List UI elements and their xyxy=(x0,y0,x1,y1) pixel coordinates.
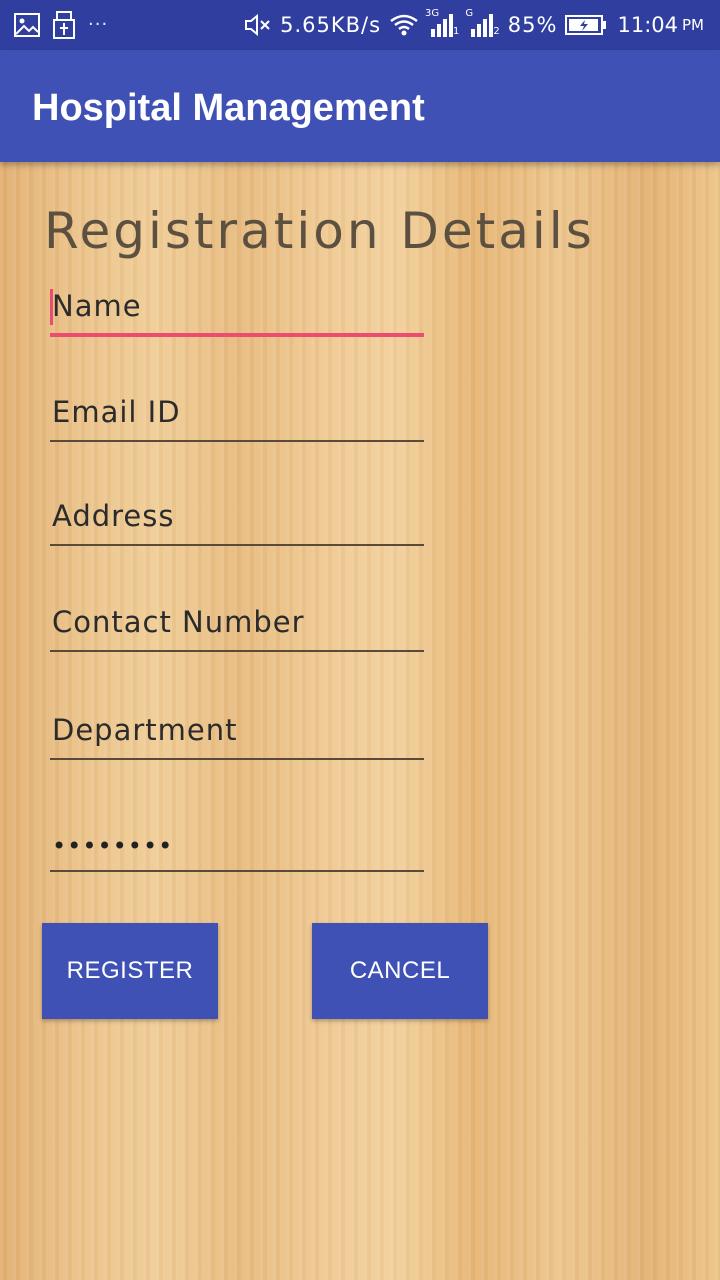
password-field-wrapper: •••••••• xyxy=(50,818,424,872)
status-left-icons: ··· xyxy=(14,10,108,40)
mute-icon xyxy=(244,14,272,36)
status-right-icons: 5.65KB/s 3G 1 G 2 85% 11:04 PM xyxy=(236,9,704,40)
address-field-wrapper xyxy=(50,492,424,546)
sim1-network-type: 3G xyxy=(425,8,440,19)
text-cursor xyxy=(50,289,53,325)
clock: 11:04 PM xyxy=(617,13,704,37)
registration-screen: ··· 5.65KB/s 3G 1 G 2 85% 11:04 PM Hospi… xyxy=(0,0,720,1280)
signal-sim2-icon: G 2 xyxy=(465,9,500,37)
address-input[interactable] xyxy=(50,494,424,546)
sim1-slot: 1 xyxy=(453,26,460,37)
wifi-icon xyxy=(389,13,419,37)
email-input[interactable] xyxy=(50,390,424,442)
sim2-slot: 2 xyxy=(493,26,500,37)
battery-icon xyxy=(565,15,607,35)
usb-icon xyxy=(52,11,76,39)
cancel-button[interactable]: CANCEL xyxy=(312,923,488,1019)
signal-sim1-icon: 3G 1 xyxy=(425,9,460,37)
department-field-wrapper xyxy=(50,706,424,760)
network-speed: 5.65KB/s xyxy=(280,13,382,37)
password-input[interactable] xyxy=(50,820,424,872)
clock-ampm: PM xyxy=(682,16,704,34)
contact-field-wrapper xyxy=(50,598,424,652)
name-input[interactable] xyxy=(50,285,424,337)
status-bar: ··· 5.65KB/s 3G 1 G 2 85% 11:04 PM xyxy=(0,0,720,50)
email-field-wrapper xyxy=(50,388,424,442)
image-icon xyxy=(14,13,40,37)
more-notifications: ··· xyxy=(88,14,109,35)
sim2-network-type: G xyxy=(465,8,474,19)
department-input[interactable] xyxy=(50,708,424,760)
app-bar: Hospital Management xyxy=(0,50,720,162)
app-title: Hospital Management xyxy=(32,87,425,129)
contact-number-input[interactable] xyxy=(50,600,424,652)
form-heading: Registration Details xyxy=(44,202,595,260)
clock-time: 11:04 xyxy=(617,13,678,37)
name-field-wrapper xyxy=(50,283,424,337)
battery-percent: 85% xyxy=(507,13,558,37)
register-button[interactable]: REGISTER xyxy=(42,923,218,1019)
